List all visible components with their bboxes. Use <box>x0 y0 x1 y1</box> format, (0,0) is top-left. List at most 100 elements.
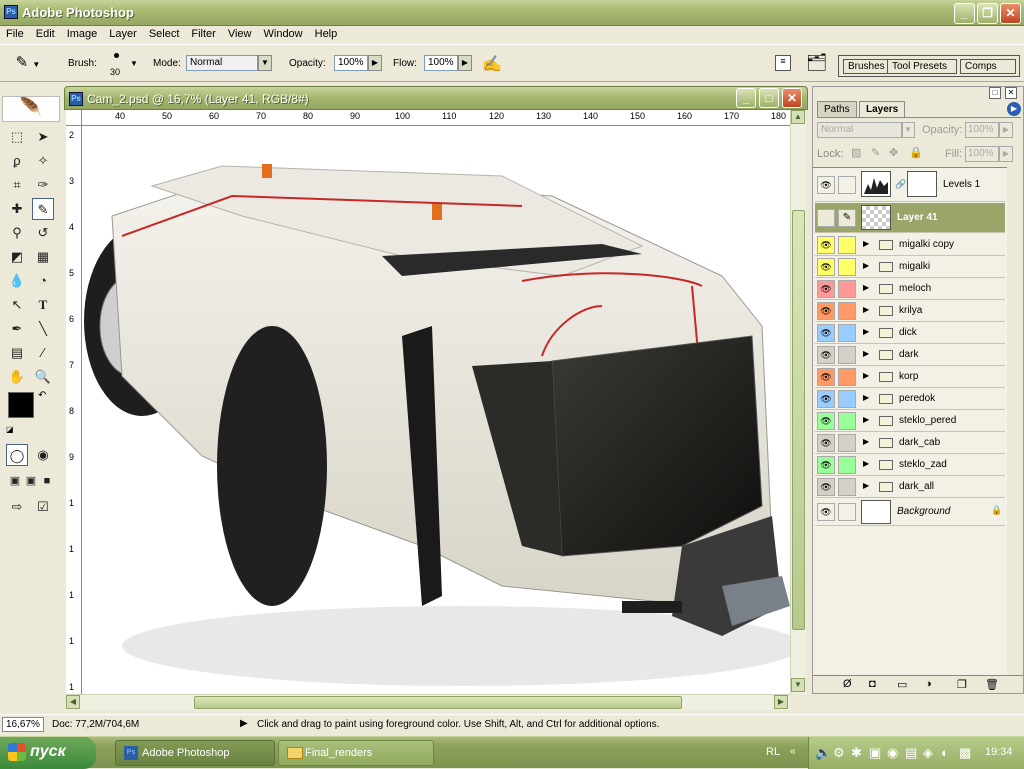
layer-group-row[interactable]: 👁 ▶ migalki copy <box>815 234 1005 256</box>
tray-icon-5[interactable]: ◉ <box>887 745 898 761</box>
flow-input[interactable]: 100% <box>424 55 458 71</box>
menu-select[interactable]: Select <box>143 26 186 40</box>
layer-row[interactable]: 👁 Background 🔒 <box>815 498 1005 526</box>
expand-triangle-icon[interactable]: ▶ <box>863 261 869 270</box>
mode-dropdown-arrow[interactable]: ▼ <box>258 55 272 71</box>
screen-mode-full-icon[interactable]: ■ <box>36 470 58 492</box>
dodge-icon[interactable]: ◔ <box>32 270 54 292</box>
tray-icon-7[interactable]: ◈ <box>923 745 933 761</box>
tab-paths[interactable]: Paths <box>817 101 857 117</box>
eye-icon[interactable]: 👁 <box>817 324 835 342</box>
layer-link-slot[interactable] <box>838 390 856 408</box>
layer-link-slot[interactable] <box>838 324 856 342</box>
layer-link-slot[interactable] <box>838 176 856 194</box>
horizontal-ruler[interactable]: 40 50 60 70 80 90 100 110 120 130 140 15… <box>82 110 790 126</box>
tray-icon-4[interactable]: ▣ <box>869 745 881 761</box>
standard-mode-icon[interactable]: ◯ <box>6 444 28 466</box>
paintbrush-icon[interactable]: ✎ <box>838 209 856 227</box>
notes-icon[interactable]: ▤ <box>6 342 28 364</box>
layer-group-row[interactable]: 👁 ▶ meloch <box>815 278 1005 300</box>
doc-close-button[interactable]: ✕ <box>782 88 802 108</box>
start-button[interactable]: пуск <box>0 737 96 769</box>
swap-colors-icon[interactable]: ↶ <box>38 390 46 401</box>
scroll-down-icon[interactable]: ▼ <box>791 678 805 692</box>
scroll-up-icon[interactable]: ▲ <box>791 110 805 124</box>
horizontal-scroll-thumb[interactable] <box>194 696 682 709</box>
tray-icon-2[interactable]: ⚙ <box>833 745 845 761</box>
flow-slider-button[interactable]: ▶ <box>458 55 472 71</box>
eye-icon[interactable]: 👁 <box>817 456 835 474</box>
menu-filter[interactable]: Filter <box>185 26 221 40</box>
doc-minimize-button[interactable]: _ <box>736 88 756 108</box>
eraser-icon[interactable]: ◩ <box>6 246 28 268</box>
slice-icon[interactable]: ✑ <box>32 174 54 196</box>
layer-group-row[interactable]: 👁 ▶ dick <box>815 322 1005 344</box>
lock-transparency-icon[interactable]: ▨ <box>851 146 861 159</box>
trash-icon[interactable]: 🗑 <box>985 678 999 691</box>
layer-link-slot[interactable] <box>838 236 856 254</box>
scroll-left-icon[interactable]: ◀ <box>66 695 80 709</box>
layer-group-row[interactable]: 👁 ▶ steklo_pered <box>815 410 1005 432</box>
eye-icon[interactable]: 👁 <box>817 302 835 320</box>
layer-link-slot[interactable] <box>838 280 856 298</box>
expand-triangle-icon[interactable]: ▶ <box>863 371 869 380</box>
tray-expand-icon[interactable]: « <box>790 746 796 757</box>
lasso-icon[interactable]: ϼ <box>6 150 28 172</box>
taskbar-item-photoshop[interactable]: Ps Adobe Photoshop <box>115 740 275 766</box>
type-icon[interactable]: T <box>32 294 54 316</box>
ruler-origin[interactable] <box>66 110 82 126</box>
close-button[interactable]: ✕ <box>1000 3 1021 24</box>
vertical-ruler[interactable]: 2 3 4 5 6 7 8 9 1 1 1 1 1 <box>66 126 82 694</box>
quick-mask-icon[interactable]: ◉ <box>32 444 54 466</box>
layer-style-icon[interactable]: Ø <box>843 678 852 690</box>
eye-icon[interactable]: 👁 <box>817 478 835 496</box>
brush-tool-icon[interactable]: ✎ <box>32 198 54 220</box>
new-group-icon[interactable]: ▭ <box>897 678 907 691</box>
add-mask-icon[interactable]: ◘ <box>869 678 876 690</box>
layer-group-row[interactable]: 👁 ▶ migalki <box>815 256 1005 278</box>
document-title-bar[interactable]: Ps Cam_2.psd @ 16,7% (Layer 41, RGB/8#) … <box>64 86 808 110</box>
tray-icon-8[interactable]: ◐ <box>941 745 949 760</box>
opacity-slider-button[interactable]: ▶ <box>368 55 382 71</box>
layer-link-slot[interactable] <box>838 302 856 320</box>
restore-button[interactable]: ❐ <box>977 3 998 24</box>
menu-window[interactable]: Window <box>258 26 309 40</box>
expand-triangle-icon[interactable]: ▶ <box>863 437 869 446</box>
horizontal-scrollbar[interactable]: ◀ ▶ <box>66 694 790 710</box>
brush-picker[interactable]: 30 ▼ <box>104 50 138 78</box>
layer-opacity-input[interactable]: 100% <box>965 122 999 138</box>
fill-input[interactable]: 100% <box>965 146 999 162</box>
layer-link-slot[interactable] <box>838 368 856 386</box>
vertical-scrollbar[interactable]: ▲ ▼ <box>790 110 806 694</box>
tray-icon-3[interactable]: ✱ <box>851 745 862 761</box>
mode-select[interactable]: Normal <box>186 55 258 71</box>
tab-tool-presets[interactable]: Tool Presets <box>887 59 957 74</box>
line-icon[interactable]: ╲ <box>32 318 54 340</box>
layer-row[interactable]: 👁 🔗 Levels 1 <box>815 168 1005 202</box>
clone-stamp-icon[interactable]: ⚲ <box>6 222 28 244</box>
tab-layers[interactable]: Layers <box>859 101 906 117</box>
layer-mask-thumbnail[interactable] <box>907 171 937 197</box>
status-menu-arrow-icon[interactable]: ▶ <box>240 718 248 729</box>
new-adjustment-icon[interactable]: ◑ <box>925 678 932 690</box>
palette-menu-icon[interactable]: ▶ <box>1007 102 1021 116</box>
expand-triangle-icon[interactable]: ▶ <box>863 239 869 248</box>
palette-close-button[interactable]: ✕ <box>1005 87 1017 99</box>
eye-icon[interactable]: 👁 <box>817 412 835 430</box>
layer-group-row[interactable]: 👁 ▶ krilya <box>815 300 1005 322</box>
minimize-button[interactable]: _ <box>954 3 975 24</box>
marquee-icon[interactable]: ⬚ <box>6 126 28 148</box>
layer-group-row[interactable]: 👁 ▶ dark_all <box>815 476 1005 498</box>
tab-brushes[interactable]: Brushes <box>843 59 890 74</box>
eye-icon[interactable]: 👁 <box>817 176 835 194</box>
eye-icon[interactable]: 👁 <box>817 258 835 276</box>
doc-maximize-button[interactable]: □ <box>759 88 779 108</box>
airbrush-icon[interactable]: ✍ <box>482 54 502 74</box>
menu-image[interactable]: Image <box>61 26 104 40</box>
layer-group-row[interactable]: 👁 ▶ steklo_zad <box>815 454 1005 476</box>
zoom-level-field[interactable]: 16,67% <box>2 717 44 732</box>
hand-icon[interactable]: ✋ <box>6 366 28 388</box>
tab-comps[interactable]: Comps <box>960 59 1016 74</box>
foreground-color-swatch[interactable] <box>8 392 34 418</box>
eye-icon[interactable]: 👁 <box>817 434 835 452</box>
